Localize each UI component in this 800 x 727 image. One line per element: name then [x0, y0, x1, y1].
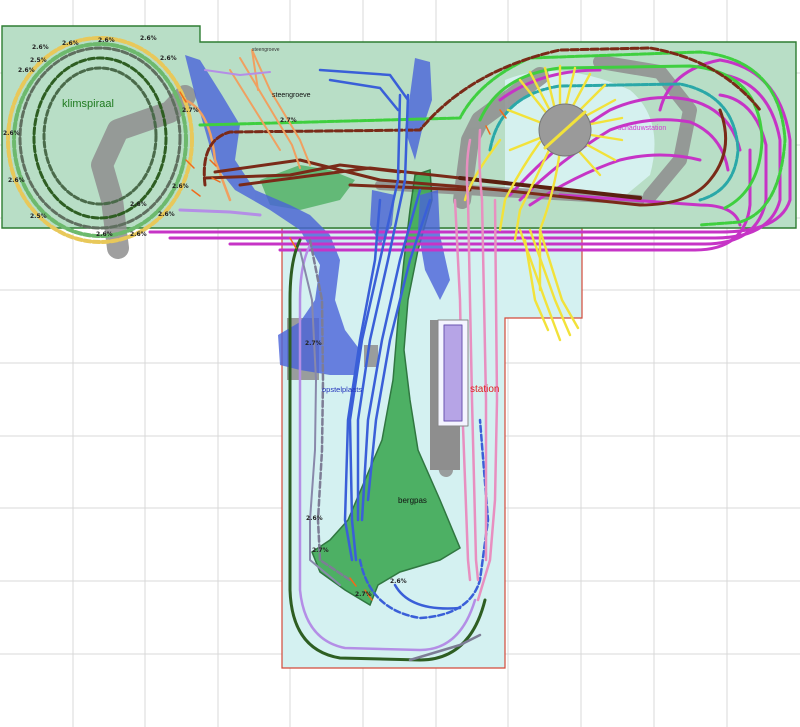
station-building-inner — [443, 324, 463, 422]
gradient-label: 2.6% — [32, 44, 49, 51]
gradient-label: 2.7% — [355, 591, 372, 598]
label-steengroeve: steengroeve — [272, 92, 311, 99]
gradient-label: 2.6% — [158, 211, 175, 218]
gradient-label: 2.5% — [30, 213, 47, 220]
label-steengroeve-small: steengroeve — [252, 47, 280, 53]
gradient-label: 2.6% — [160, 55, 177, 62]
gradient-label: 2.6% — [140, 35, 157, 42]
gradient-label: 2.6% — [98, 37, 115, 44]
track-plan: 2.6% 2.6% 2.6% 2.6% 2.6% 2.6% 2.5% 2.6% … — [0, 0, 800, 727]
gradient-label: 2.6% — [62, 40, 79, 47]
gradient-label: 2.7% — [280, 117, 297, 124]
gradient-label: 2.6% — [172, 183, 189, 190]
gradient-label: 2.7% — [305, 340, 322, 347]
gradient-label: 2.6% — [130, 201, 147, 208]
label-klimspiraal: klimspiraal — [62, 98, 114, 110]
gradient-label: 2.6% — [306, 515, 323, 522]
gradient-label: 2.6% — [8, 177, 25, 184]
label-station: station — [470, 384, 499, 395]
gradient-label: 2.6% — [130, 231, 147, 238]
gradient-label: 2.6% — [3, 130, 20, 137]
gradient-label: 2.6% — [390, 578, 407, 585]
gradient-label: 2.7% — [312, 547, 329, 554]
label-bergpas: bergpas — [398, 496, 427, 505]
label-opstelplaats: opstelplaats — [322, 385, 362, 394]
gradient-label: 2.6% — [18, 67, 35, 74]
label-schaduwstation: schaduwstation — [618, 125, 666, 132]
gradient-label: 2.5% — [30, 57, 47, 64]
gradient-label: 2.6% — [96, 231, 113, 238]
gradient-label: 2.7% — [182, 107, 199, 114]
